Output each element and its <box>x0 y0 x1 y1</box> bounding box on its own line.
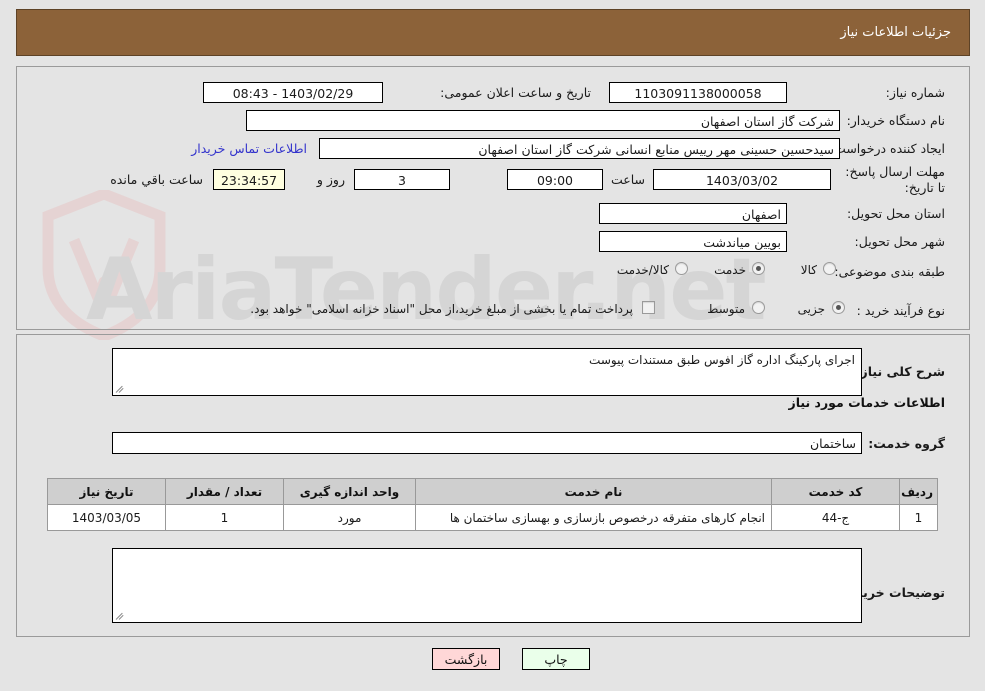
cell-unit: مورد <box>283 504 416 531</box>
field-countdown-timer: 23:34:57 <box>213 169 285 190</box>
page-header-bar: جزئیات اطلاعات نیاز <box>16 9 970 56</box>
radio-process-motavaset[interactable] <box>752 301 765 314</box>
resize-grip-icon[interactable] <box>115 382 127 394</box>
radio-category-kala[interactable] <box>823 262 836 275</box>
radio-label-process-jozi: جزیی <box>797 302 825 316</box>
label-purchase-process: نوع فرآیند خرید : <box>856 303 945 318</box>
label-islamic-treasury-note: پرداخت تمام یا بخشی از مبلغ خرید،از محل … <box>250 302 633 316</box>
radio-label-process-motavaset: متوسط <box>707 302 745 316</box>
need-info-panel <box>16 66 970 330</box>
radio-process-jozi[interactable] <box>832 301 845 314</box>
radio-category-khedmat[interactable] <box>752 262 765 275</box>
field-request-creator[interactable]: سیدحسین حسینی مهر رییس منابع انسانی شرکت… <box>319 138 840 159</box>
radio-label-category-khedmat: خدمت <box>714 263 746 277</box>
field-remaining-days[interactable]: 3 <box>354 169 450 190</box>
resize-grip-icon-notes[interactable] <box>115 609 127 621</box>
checkbox-islamic-treasury[interactable] <box>642 301 655 314</box>
field-deadline-time[interactable]: 09:00 <box>507 169 603 190</box>
table-header-row: ردیف کد خدمت نام خدمت واحد اندازه گیری ت… <box>47 478 938 505</box>
label-remaining-hours: ساعت باقي مانده <box>110 172 203 187</box>
col-service-name: نام خدمت <box>415 478 772 505</box>
label-hour: ساعت <box>610 172 645 187</box>
label-response-deadline: مهلت ارسال پاسخ: تا تاریخ: <box>845 164 945 195</box>
col-row-number: ردیف <box>899 478 938 505</box>
textarea-general-description[interactable]: اجرای پارکینگ اداره گاز افوس طبق مستندات… <box>112 348 862 396</box>
col-quantity: تعداد / مقدار <box>165 478 284 505</box>
col-service-code: کد خدمت <box>771 478 900 505</box>
cell-quantity: 1 <box>165 504 284 531</box>
col-unit: واحد اندازه گیری <box>283 478 416 505</box>
cell-row-number: 1 <box>899 504 938 531</box>
col-need-date: تاریخ نیاز <box>47 478 166 505</box>
cell-service-code: ج-44 <box>771 504 900 531</box>
label-delivery-city: شهر محل تحویل: <box>854 234 945 249</box>
table-row[interactable]: 1 ج-44 انجام کارهای متفرقه درخصوص بازساز… <box>47 504 938 531</box>
cell-need-date: 1403/03/05 <box>47 504 166 531</box>
field-announce-datetime[interactable]: 1403/02/29 - 08:43 <box>203 82 383 103</box>
label-days: روز و <box>316 172 345 187</box>
radio-category-kala-khedmat[interactable] <box>675 262 688 275</box>
label-request-creator: ایجاد کننده درخواست: <box>829 141 945 156</box>
general-description-text: اجرای پارکینگ اداره گاز افوس طبق مستندات… <box>589 353 855 367</box>
services-table: ردیف کد خدمت نام خدمت واحد اندازه گیری ت… <box>47 478 938 531</box>
page-title: جزئیات اطلاعات نیاز <box>840 25 951 40</box>
textarea-buyer-notes[interactable] <box>112 548 862 623</box>
label-subject-category: طبقه بندی موضوعی: <box>834 264 945 279</box>
cell-service-name: انجام کارهای متفرقه درخصوص بازسازی و بهس… <box>415 504 772 531</box>
label-service-group: گروه خدمت: <box>868 436 945 451</box>
label-buyer-org: نام دستگاه خریدار: <box>846 113 945 128</box>
buyer-contact-link[interactable]: اطلاعات تماس خریدار <box>191 141 307 156</box>
radio-label-category-kala: کالا <box>800 263 817 277</box>
field-service-group[interactable]: ساختمان <box>112 432 862 454</box>
print-button[interactable]: چاپ <box>522 648 590 670</box>
field-deadline-date[interactable]: 1403/03/02 <box>653 169 831 190</box>
page-root: AriaTender.net جزئیات اطلاعات نیاز شماره… <box>0 0 985 691</box>
label-delivery-province: استان محل تحویل: <box>846 206 945 221</box>
section-title-services: اطلاعات خدمات مورد نیاز <box>788 395 946 410</box>
field-need-number[interactable]: 1103091138000058 <box>609 82 787 103</box>
radio-label-category-kala-khedmat: کالا/خدمت <box>616 263 669 277</box>
field-delivery-city[interactable]: بویین میاندشت <box>599 231 787 252</box>
label-announce-datetime: تاریخ و ساعت اعلان عمومی: <box>440 85 591 100</box>
field-buyer-org[interactable]: شرکت گاز استان اصفهان <box>246 110 840 131</box>
field-delivery-province[interactable]: اصفهان <box>599 203 787 224</box>
label-general-description: شرح کلی نیاز: <box>855 364 945 379</box>
label-need-number: شماره نیاز: <box>885 85 945 100</box>
back-button[interactable]: بازگشت <box>432 648 500 670</box>
